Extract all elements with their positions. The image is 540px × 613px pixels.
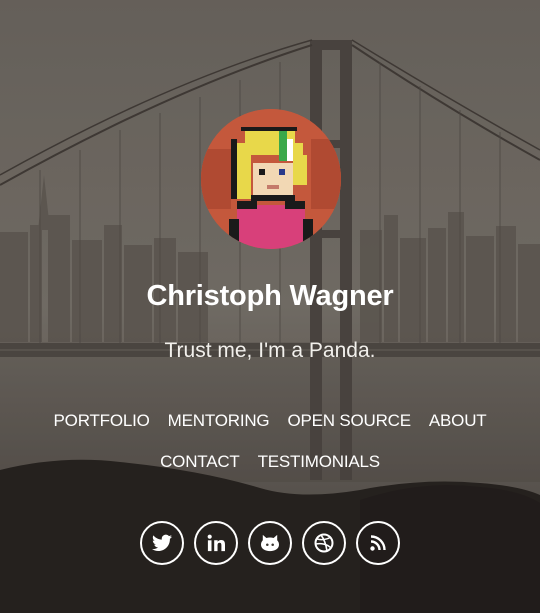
nav-link-testimonials[interactable]: TESTIMONIALS [258,452,380,472]
profile-name: Christoph Wagner [146,280,394,312]
hero-content: Christoph Wagner Trust me, I'm a Panda. … [0,0,540,613]
profile-tagline: Trust me, I'm a Panda. [164,339,376,362]
github-icon [261,534,279,552]
twitter-icon [152,534,172,551]
avatar-image [201,109,341,249]
dribbble-link[interactable] [302,521,346,565]
linkedin-link[interactable] [194,521,238,565]
twitter-link[interactable] [140,521,184,565]
linkedin-icon [207,534,225,552]
nav-link-open-source[interactable]: OPEN SOURCE [287,411,411,431]
dribbble-icon [314,533,334,553]
page: Christoph Wagner Trust me, I'm a Panda. … [0,0,540,613]
main-nav-row-2: CONTACT TESTIMONIALS [0,452,540,472]
social-links [0,521,540,565]
nav-link-mentoring[interactable]: MENTORING [168,411,270,431]
avatar [201,109,341,249]
rss-link[interactable] [356,521,400,565]
github-link[interactable] [248,521,292,565]
nav-link-portfolio[interactable]: PORTFOLIO [54,411,150,431]
nav-link-about[interactable]: ABOUT [429,411,487,431]
main-nav-row-1: PORTFOLIO MENTORING OPEN SOURCE ABOUT [0,411,540,431]
nav-link-contact[interactable]: CONTACT [160,452,240,472]
rss-icon [370,535,386,551]
